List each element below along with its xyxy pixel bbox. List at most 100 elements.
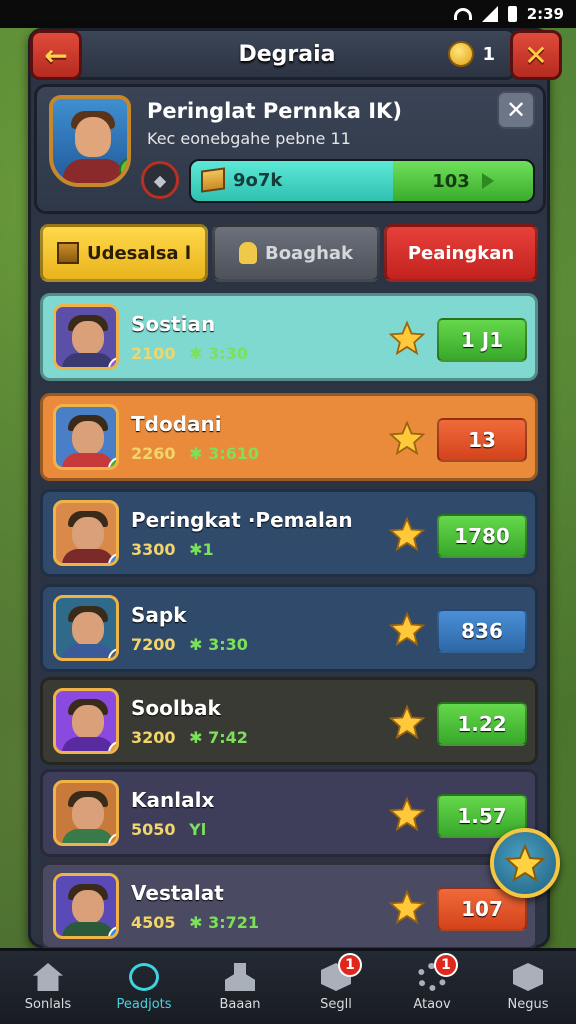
- back-arrow-icon: ←: [44, 38, 68, 72]
- star-icon: [505, 843, 545, 883]
- avatar-face: [72, 797, 104, 831]
- star-icon: [389, 704, 425, 740]
- tab-2[interactable]: Boaghak: [212, 224, 380, 282]
- xp-label-group: 9o7k: [201, 167, 283, 193]
- tab-label: Udesalsa l: [86, 242, 192, 264]
- player-name: Sostian: [131, 312, 216, 336]
- nav-label: Peadjots: [116, 997, 172, 1012]
- leaderboard-row[interactable]: Soolbak 3200 ✱ 7:42 1.22: [40, 677, 538, 765]
- player-score[interactable]: 836: [437, 609, 527, 653]
- player-score[interactable]: 1780: [437, 514, 527, 558]
- player-name: Sapk: [131, 603, 187, 627]
- close-icon: ✕: [524, 38, 548, 72]
- level-pill: 103: [393, 161, 533, 201]
- nav-item-2[interactable]: Baaan: [192, 951, 288, 1024]
- player-avatar: [53, 688, 119, 754]
- player-score[interactable]: 1.22: [437, 702, 527, 746]
- star-icon: [389, 611, 425, 647]
- player-avatar: [53, 873, 119, 939]
- page-title: Degraia: [238, 41, 336, 67]
- signal-icon: [481, 6, 498, 22]
- leaderboard-row[interactable]: Sapk 7200 ✱ 3:30 836: [40, 584, 538, 672]
- avatar-face: [72, 705, 104, 739]
- leaderboard-row[interactable]: Sostian 2100 ✱ 3:30 1 J1: [40, 293, 538, 381]
- notification-badge: 1: [434, 953, 458, 977]
- floating-star-button[interactable]: [490, 828, 560, 898]
- hand-icon: [238, 242, 257, 264]
- ring-icon: [129, 963, 159, 991]
- coin-counter: 1: [448, 41, 495, 67]
- hex-icon: [513, 963, 543, 991]
- nav-item-5[interactable]: Negus: [480, 951, 576, 1024]
- tab-3[interactable]: Peaingkan: [384, 224, 538, 282]
- close-icon: ✕: [505, 96, 527, 124]
- player-avatar: [53, 500, 119, 566]
- leaderboard-row[interactable]: Vestalat 4505 ✱ 3:721 107: [40, 862, 538, 950]
- nav-label: Negus: [507, 997, 549, 1012]
- avatar-body: [62, 922, 114, 936]
- nav-item-0[interactable]: Sonlals: [0, 951, 96, 1024]
- player-name: Soolbak: [131, 696, 221, 720]
- avatar-body: [62, 644, 114, 658]
- nav-item-4[interactable]: Ataov 1: [384, 951, 480, 1024]
- player-score[interactable]: 13: [437, 418, 527, 462]
- profile-close-button[interactable]: ✕: [497, 91, 535, 129]
- player-stats: 3200 ✱ 7:42: [131, 728, 248, 747]
- notification-badge: 1: [338, 953, 362, 977]
- player-stat-primary: 5050: [131, 820, 176, 839]
- player-stat-primary: 3200: [131, 728, 176, 747]
- avatar-body: [62, 549, 114, 563]
- avatar-body: [62, 829, 114, 843]
- crate-icon: [56, 242, 79, 264]
- nav-label: Sonlals: [24, 997, 72, 1012]
- profile-subtitle: Kec eonebgahe pebne 11: [147, 129, 351, 148]
- nav-item-1[interactable]: Peadjots: [96, 951, 192, 1024]
- wifi-icon: [453, 8, 472, 20]
- player-stat-primary: 4505: [131, 913, 176, 932]
- player-stat-primary: 2260: [131, 444, 176, 463]
- leaderboard-row[interactable]: Tdodani 2260 ✱ 3:610 13: [40, 393, 538, 481]
- star-icon: [389, 516, 425, 552]
- leaderboard-row[interactable]: Kanlalx 5050 Yl 1.57: [40, 769, 538, 857]
- player-stats: 7200 ✱ 3:30: [131, 635, 248, 654]
- player-stats: 2260 ✱ 3:610: [131, 444, 259, 463]
- battery-icon: [507, 6, 517, 22]
- xp-label: 9o7k: [233, 169, 283, 191]
- avatar-body: [62, 737, 114, 751]
- avatar-face: [72, 321, 104, 355]
- profile-name: Peringlat Pernnka IK): [147, 99, 402, 123]
- profile-avatar[interactable]: [49, 95, 131, 187]
- star-icon: [389, 420, 425, 456]
- leaderboard-row[interactable]: Peringkat ·Pemalan 3300 ✱1 1780: [40, 489, 538, 577]
- coin-icon: [448, 41, 475, 67]
- rank-emblem-icon: ◆: [141, 161, 179, 199]
- nav-item-3[interactable]: Segll 1: [288, 951, 384, 1024]
- star-icon: [389, 889, 425, 925]
- player-stats: 4505 ✱ 3:721: [131, 913, 259, 932]
- player-stats: 5050 Yl: [131, 820, 206, 839]
- status-bar: 2:39: [0, 0, 576, 28]
- player-stat-primary: 3300: [131, 540, 176, 559]
- player-avatar: [53, 404, 119, 470]
- player-avatar: [53, 304, 119, 370]
- level-value: 103: [432, 170, 470, 192]
- player-stat-primary: 2100: [131, 344, 176, 363]
- player-stat-secondary: Yl: [189, 820, 207, 839]
- player-name: Vestalat: [131, 881, 224, 905]
- close-button[interactable]: ✕: [510, 30, 562, 80]
- player-avatar: [53, 780, 119, 846]
- tab-1[interactable]: Udesalsa l: [40, 224, 208, 282]
- back-button[interactable]: ←: [30, 30, 82, 80]
- coin-count: 1: [482, 43, 495, 65]
- avatar-body: [62, 353, 114, 367]
- avatar-face: [72, 890, 104, 924]
- nav-label: Baaan: [219, 997, 261, 1012]
- home-icon: [33, 963, 63, 991]
- star-icon: [389, 796, 425, 832]
- player-name: Kanlalx: [131, 788, 215, 812]
- player-name: Tdodani: [131, 412, 222, 436]
- nav-label: Segll: [320, 997, 352, 1012]
- tab-label: Boaghak: [264, 242, 354, 264]
- avatar-body: [62, 453, 114, 467]
- player-score[interactable]: 1 J1: [437, 318, 527, 362]
